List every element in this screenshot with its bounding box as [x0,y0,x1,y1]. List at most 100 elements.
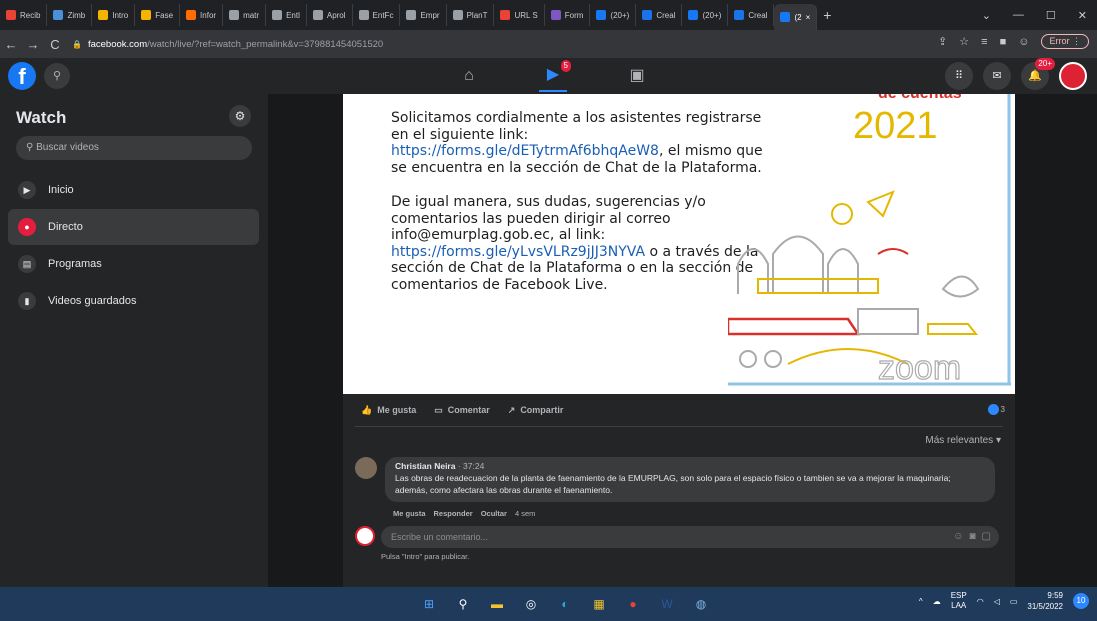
comment-actions: Me gusta Responder Ocultar 4 sem [393,509,535,518]
new-tab-button[interactable]: + [823,7,831,23]
comment-author[interactable]: Christian Neira [395,461,455,471]
tab-favicon-icon [406,10,417,20]
browser-tab[interactable]: Intro [92,4,136,26]
camera-icon[interactable]: ◙ [970,526,976,548]
browser-tab[interactable]: Aprol [307,4,353,26]
messenger-icon[interactable]: ✉ [983,62,1011,90]
chrome-icon[interactable]: ● [622,593,644,615]
search-icon[interactable]: ⚲ [452,593,474,615]
sidebar-item-directo[interactable]: ● Directo [8,209,259,245]
store-icon[interactable]: ▦ [588,593,610,615]
comment-reply-button[interactable]: Responder [434,509,473,518]
share-icon[interactable]: ⇪ [938,35,947,48]
emoji-icon[interactable]: ☺ [953,526,963,548]
browser-tab[interactable]: Infor [180,4,224,26]
error-button[interactable]: Error ⋮ [1041,34,1089,49]
tray-chevron-icon[interactable]: ^ [919,597,923,606]
main-feed: Solicitamos cordialmente a los asistente… [268,94,1097,587]
close-window-button[interactable]: ✕ [1078,9,1087,22]
facebook-logo[interactable]: f [8,62,36,90]
comment-button[interactable]: ▭ Comentar [434,405,490,416]
comment-hide-button[interactable]: Ocultar [481,509,507,518]
browser-tab[interactable]: EntFc [353,4,401,26]
browser-tab[interactable]: (20+) [682,4,729,26]
word-icon[interactable]: W [656,593,678,615]
share-button[interactable]: ↗ Compartir [508,405,564,416]
tab-favicon-icon [688,10,699,20]
maximize-button[interactable]: ☐ [1046,9,1056,22]
reload-button[interactable]: C [44,37,66,52]
windows-taskbar: ⊞ ⚲ ▬ ◎ ◐ ▦ ● W ◍ ^ ☁ ESP LAA ◠ ◁ ▭ 9:59 3… [0,587,1097,621]
sticker-icon[interactable]: ▢ [982,526,991,548]
dell-icon[interactable]: ◎ [520,593,542,615]
like-button[interactable]: 👍 Me gusta [361,405,416,416]
commenter-avatar[interactable] [355,457,377,479]
tab-favicon-icon [452,10,463,20]
gaming-icon[interactable]: ▣ [623,61,651,91]
minimize-button[interactable]: — [1013,9,1024,21]
wifi-icon[interactable]: ◠ [977,597,984,606]
tab-label: EntFc [372,10,394,20]
settings-gear-icon[interactable]: ⚙ [229,105,251,127]
user-avatar [355,526,375,546]
notification-center[interactable]: 10 [1073,593,1089,609]
browser-tab[interactable]: Creal [636,4,683,26]
bookmark-icon: ▮ [18,292,36,310]
profile-icon[interactable]: ☺ [1018,36,1029,48]
browser-tab[interactable]: Zimb [47,4,93,26]
comment-input[interactable]: Escribe un comentario... [381,526,999,548]
clapper-icon: ▤ [18,255,36,273]
browser-tab[interactable]: Empr [400,4,447,26]
reaction-summary[interactable]: 3 [987,404,1005,415]
home-icon[interactable]: ⌂ [455,61,483,91]
tab-close-icon[interactable]: × [806,13,811,22]
app-icon[interactable]: ◍ [690,593,712,615]
file-explorer-icon[interactable]: ▬ [486,593,508,615]
weather-icon[interactable]: ☁ [933,597,941,606]
search-icon[interactable]: ⚲ [44,63,70,89]
comment-like-button[interactable]: Me gusta [393,509,426,518]
browser-tab[interactable]: Form [545,4,591,26]
edge-icon[interactable]: ◐ [554,593,576,615]
sidebar-item-videos-guardados[interactable]: ▮ Videos guardados [8,283,259,319]
volume-icon[interactable]: ◁ [994,597,1000,606]
reading-list-icon[interactable]: ≡ [981,36,987,48]
browser-tab[interactable]: Entl [266,4,307,26]
start-icon[interactable]: ⊞ [418,593,440,615]
back-button[interactable]: ← [0,37,22,52]
browser-tab[interactable]: Creal [728,4,775,26]
tab-label: Fase [155,10,174,20]
tab-label: Recib [20,10,41,20]
account-avatar[interactable] [1059,62,1087,90]
menu-grid-icon[interactable]: ⠿ [945,62,973,90]
comment-placeholder: Escribe un comentario... [391,532,489,542]
notifications-icon[interactable]: 🔔 20+ [1021,58,1055,90]
comment-sort-dropdown[interactable]: Más relevantes ▾ [925,435,1001,446]
omnibox[interactable]: 🔒 facebook.com/watch/live/?ref=watch_per… [72,39,383,50]
sidepanel-icon[interactable]: ■ [1000,36,1007,48]
browser-tab[interactable]: (20+) [590,4,637,26]
browser-tab[interactable]: Fase [135,4,181,26]
sidebar-item-inicio[interactable]: ▶ Inicio [8,172,259,208]
bookmark-star-icon[interactable]: ☆ [959,35,969,48]
comment-label: Comentar [447,405,490,415]
forward-button[interactable]: → [22,37,44,52]
video-player[interactable]: Solicitamos cordialmente a los asistente… [343,94,1015,394]
video-search-input[interactable]: ⚲ Buscar videos [16,136,252,160]
clock[interactable]: 9:59 31/5/2022 [1027,590,1063,612]
tab-search-icon[interactable]: ⌄ [982,9,991,22]
comment-video-time[interactable]: 37:24 [463,461,484,471]
browser-tab[interactable]: URL S [494,4,545,26]
battery-icon[interactable]: ▭ [1010,597,1018,606]
browser-tab[interactable]: Recib [0,4,48,26]
watch-icon[interactable]: ▶ 5 [539,60,571,92]
sidebar-item-programas[interactable]: ▤ Programas [8,246,259,282]
notifications-badge: 20+ [1035,58,1055,70]
browser-tab-active[interactable]: (2 × [774,4,818,30]
tab-favicon-icon [141,10,152,20]
browser-tab[interactable]: PlanT [447,4,495,26]
tab-label: Infor [200,10,217,20]
browser-tab[interactable]: matr [223,4,267,26]
sidebar-item-label: Videos guardados [48,295,137,307]
language-indicator[interactable]: ESP LAA [951,591,967,611]
